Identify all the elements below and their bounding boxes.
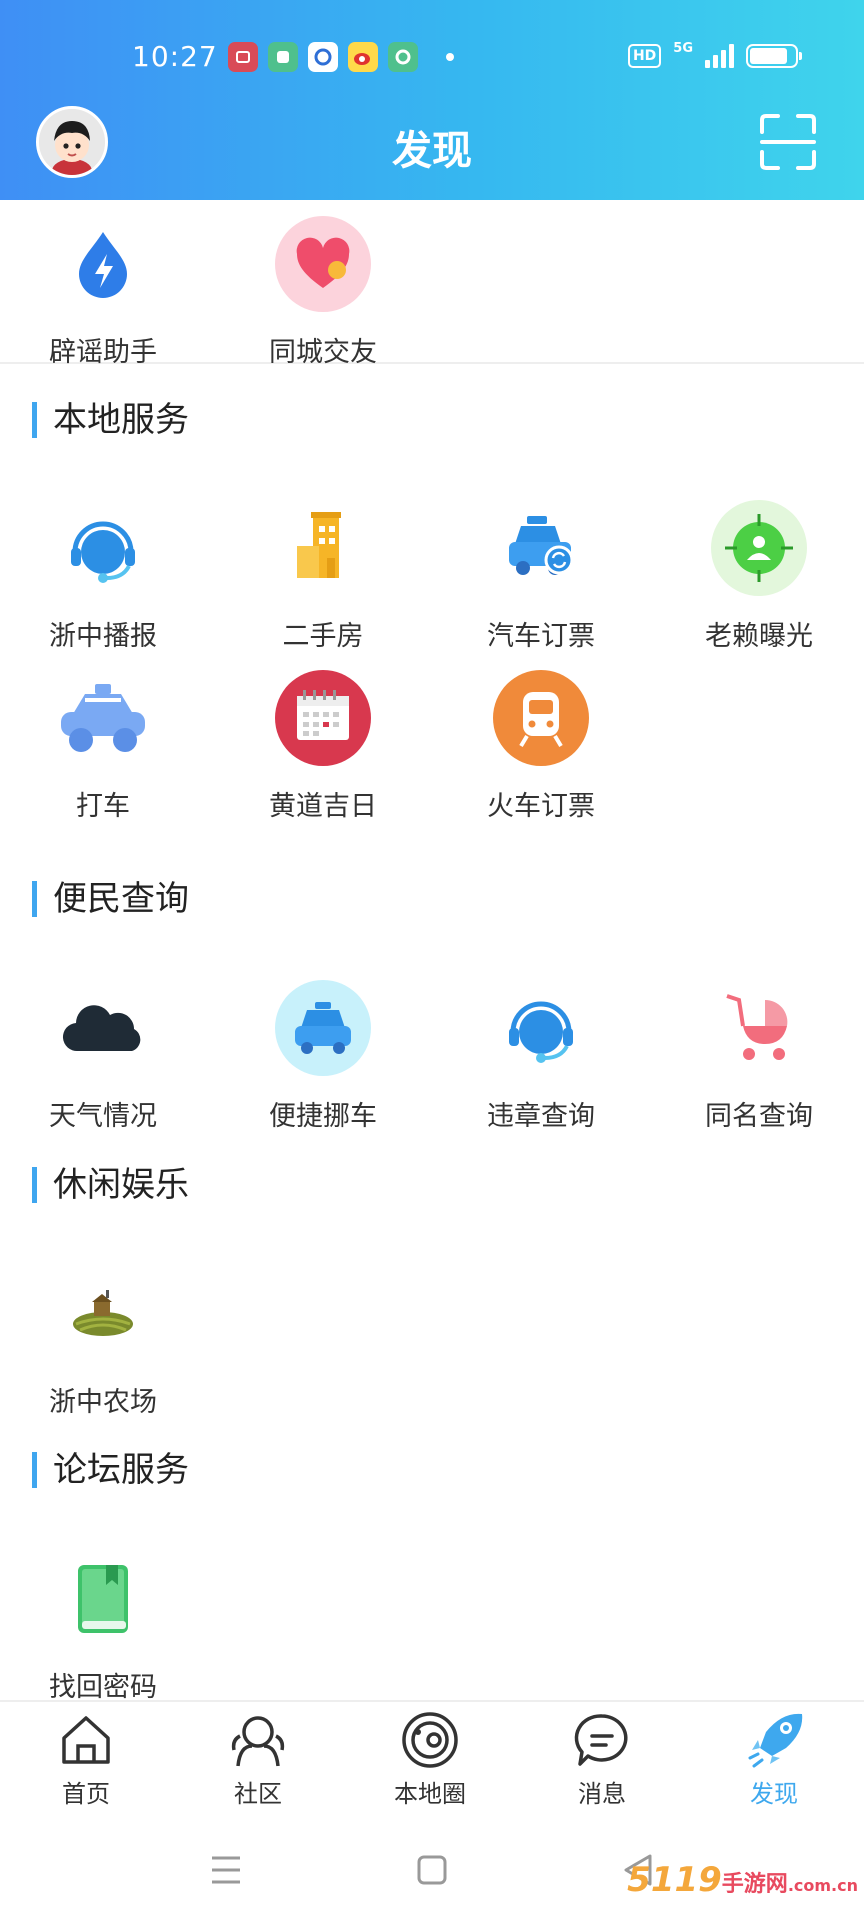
car-icon	[271, 976, 375, 1080]
section-title-forum-services: 论坛服务	[32, 1452, 189, 1488]
service-item-second-hand-house[interactable]: 二手房	[228, 496, 418, 653]
tab-label: 社区	[234, 1780, 282, 1808]
service-item-lucky-day[interactable]: 黄道吉日	[228, 666, 418, 823]
watermark-main: 5119	[627, 1860, 722, 1900]
scan-button[interactable]	[758, 112, 818, 172]
query-label: 同名查询	[705, 1101, 813, 1132]
watermark: 5119手游网.com.cn	[627, 1860, 858, 1900]
status-time: 10:27	[132, 40, 218, 73]
tab-label: 消息	[578, 1780, 626, 1808]
section-title-convenience-queries: 便民查询	[32, 881, 189, 917]
app-green-icon	[268, 42, 298, 72]
nav-home-button[interactable]	[412, 1850, 452, 1890]
query-item-same-name[interactable]: 同名查询	[664, 976, 854, 1133]
battery-icon	[746, 44, 802, 68]
discover-content: 辟谣助手 同城交友 本地服务 浙中播报 二手房 汽车订票 老赖曝光 打车 黄道吉…	[0, 200, 864, 1703]
status-bar: 10:27 HD 5G	[0, 30, 864, 86]
page-title: 发现	[392, 128, 472, 174]
community-icon	[228, 1710, 288, 1770]
headset-icon	[51, 496, 155, 600]
app-header: 10:27 HD 5G 发现	[0, 0, 864, 200]
battery-level	[750, 48, 788, 64]
square-icon	[417, 1855, 447, 1885]
service-label: 浙中播报	[49, 621, 157, 652]
train-icon	[489, 666, 593, 770]
signal-icon	[705, 44, 734, 68]
forum-label: 找回密码	[49, 1672, 157, 1703]
droplet-lightning-icon	[51, 212, 155, 316]
stroller-icon	[707, 976, 811, 1080]
service-label: 火车订票	[487, 791, 595, 822]
query-label: 便捷挪车	[269, 1101, 377, 1132]
shortcut-label: 辟谣助手	[49, 337, 157, 368]
status-indicators: HD 5G	[627, 40, 802, 68]
book-icon	[51, 1547, 155, 1651]
query-item-move-car[interactable]: 便捷挪车	[228, 976, 418, 1133]
rocket-icon	[744, 1710, 804, 1770]
query-label: 天气情况	[49, 1101, 157, 1132]
hd-badge: HD	[627, 44, 662, 68]
tab-discover[interactable]: 发现	[688, 1710, 860, 1809]
network-label: 5G	[673, 40, 693, 56]
shortcut-dating[interactable]: 同城交友	[228, 212, 418, 369]
planet-icon	[400, 1710, 460, 1770]
service-item-taxi[interactable]: 打车	[8, 666, 198, 823]
tab-label: 本地圈	[394, 1780, 466, 1808]
cloud-icon	[51, 976, 155, 1080]
taxi-icon	[51, 666, 155, 770]
service-item-debtor-exposure[interactable]: 老赖曝光	[664, 496, 854, 653]
tab-community[interactable]: 社区	[172, 1710, 344, 1809]
service-item-bus-ticket[interactable]: 汽车订票	[446, 496, 636, 653]
service-label: 老赖曝光	[705, 621, 813, 652]
service-item-news-broadcast[interactable]: 浙中播报	[8, 496, 198, 653]
top-shortcuts: 辟谣助手 同城交友	[0, 200, 864, 368]
building-icon	[271, 496, 375, 600]
notification-icons	[228, 42, 454, 72]
tab-local-circle[interactable]: 本地圈	[344, 1710, 516, 1809]
service-label: 二手房	[282, 621, 364, 652]
menu-icon	[212, 1856, 240, 1884]
app-green-ring-icon	[388, 42, 418, 72]
leisure-item-farm[interactable]: 浙中农场	[8, 1262, 198, 1419]
leisure-label: 浙中农场	[49, 1387, 157, 1418]
section-title-local-services: 本地服务	[32, 402, 189, 438]
app-red-icon	[228, 42, 258, 72]
weibo-icon	[348, 42, 378, 72]
service-label: 黄道吉日	[269, 791, 377, 822]
calendar-icon	[271, 666, 375, 770]
query-label: 违章查询	[487, 1101, 595, 1132]
app-blue-ring-icon	[308, 42, 338, 72]
forum-item-recover-password[interactable]: 找回密码	[8, 1547, 198, 1704]
bottom-tab-bar: 首页 社区 本地圈 消息 发现	[0, 1700, 864, 1820]
query-item-weather[interactable]: 天气情况	[8, 976, 198, 1133]
service-label: 打车	[76, 791, 130, 822]
more-notifications-dot	[446, 53, 454, 61]
tab-messages[interactable]: 消息	[516, 1710, 688, 1809]
headset-icon	[489, 976, 593, 1080]
section-title-leisure: 休闲娱乐	[32, 1167, 189, 1203]
target-person-icon	[707, 496, 811, 600]
watermark-domain: .com.cn	[787, 1876, 858, 1895]
query-item-traffic-violation[interactable]: 违章查询	[446, 976, 636, 1133]
nav-menu-button[interactable]	[206, 1850, 246, 1890]
tab-label: 首页	[62, 1780, 110, 1808]
home-icon	[56, 1710, 116, 1770]
watermark-sub: 手游网	[721, 1872, 788, 1897]
car-refresh-icon	[489, 496, 593, 600]
scan-icon	[760, 114, 816, 170]
tab-label: 发现	[750, 1780, 798, 1808]
heart-icon	[271, 212, 375, 316]
tab-home[interactable]: 首页	[0, 1710, 172, 1809]
farm-icon	[51, 1262, 155, 1366]
shortcut-rumor-helper[interactable]: 辟谣助手	[8, 212, 198, 369]
service-label: 汽车订票	[487, 621, 595, 652]
service-item-train-ticket[interactable]: 火车订票	[446, 666, 636, 823]
shortcut-label: 同城交友	[269, 337, 377, 368]
message-icon	[572, 1710, 632, 1770]
